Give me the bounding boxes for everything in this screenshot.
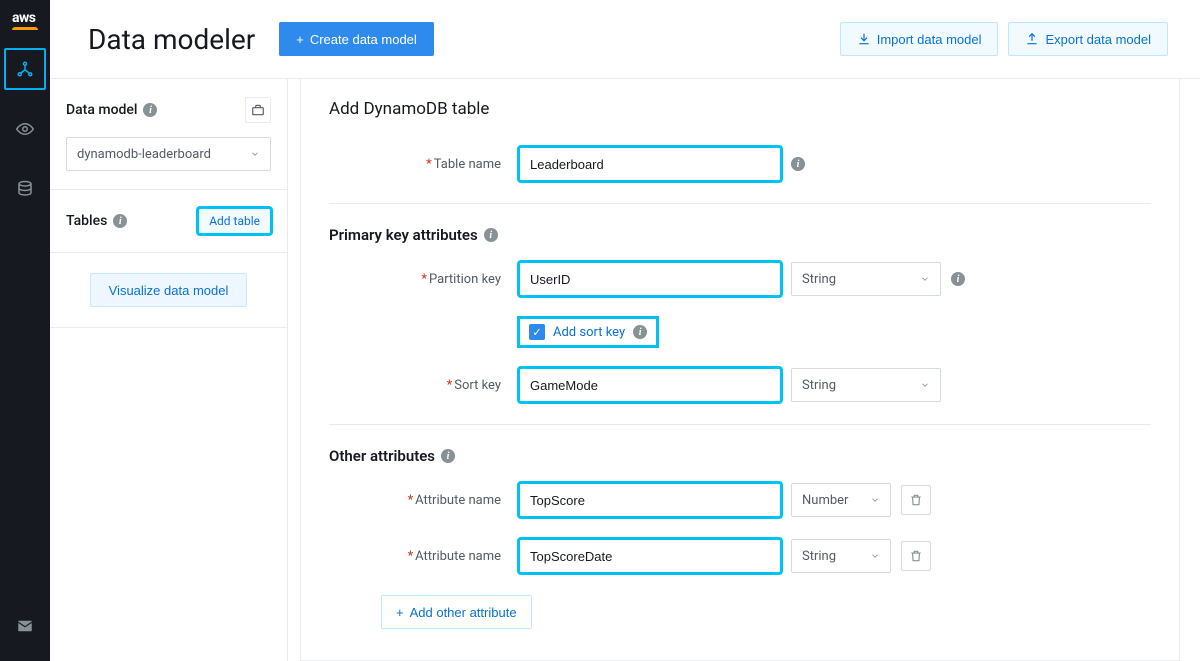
info-icon[interactable]: i bbox=[951, 272, 965, 286]
download-icon bbox=[857, 32, 871, 46]
nav-rail: aws bbox=[0, 0, 50, 661]
nav-data-modeler-icon[interactable] bbox=[4, 48, 46, 90]
sort-key-type-select[interactable]: String bbox=[791, 368, 941, 402]
attr-name-label: Attribute name bbox=[415, 549, 501, 564]
add-attr-label: Add other attribute bbox=[410, 605, 517, 620]
partition-key-label: Partition key bbox=[429, 272, 501, 287]
partition-key-type-select[interactable]: String bbox=[791, 262, 941, 296]
add-other-attribute-button[interactable]: + Add other attribute bbox=[381, 595, 532, 629]
add-sort-key-label: Add sort key bbox=[553, 325, 625, 340]
attr-type: String bbox=[802, 549, 836, 564]
table-name-label: Table name bbox=[434, 157, 501, 172]
sort-key-type: String bbox=[802, 378, 836, 393]
import-label: Import data model bbox=[877, 32, 982, 47]
chevron-down-icon bbox=[870, 495, 880, 505]
attribute-name-input[interactable] bbox=[519, 539, 781, 573]
other-attributes-section: Other attributes i bbox=[329, 447, 1151, 465]
partition-key-row: *Partition key String i bbox=[329, 262, 1151, 296]
attr-name-label: Attribute name bbox=[415, 493, 501, 508]
info-icon[interactable]: i bbox=[113, 214, 127, 228]
divider bbox=[329, 424, 1151, 425]
info-icon[interactable]: i bbox=[484, 228, 498, 242]
divider bbox=[329, 203, 1151, 204]
partition-key-input[interactable] bbox=[519, 262, 781, 296]
nav-mail-icon[interactable] bbox=[4, 605, 46, 647]
add-table-button[interactable]: Add table bbox=[198, 208, 271, 234]
attribute-row: *Attribute name Number bbox=[329, 483, 1151, 517]
page-title: Data modeler bbox=[88, 23, 255, 56]
header: Data modeler + Create data model Import … bbox=[50, 0, 1200, 78]
data-model-label: Data model bbox=[66, 102, 137, 118]
trash-icon bbox=[909, 549, 923, 563]
delete-attribute-button[interactable] bbox=[901, 541, 931, 571]
sidebar: Data model i dynamodb-leaderboard Tables… bbox=[50, 78, 288, 661]
upload-icon bbox=[1025, 32, 1039, 46]
create-data-model-label: Create data model bbox=[310, 32, 417, 47]
attribute-type-select[interactable]: String bbox=[791, 539, 891, 573]
chevron-down-icon bbox=[870, 551, 880, 561]
export-label: Export data model bbox=[1045, 32, 1151, 47]
visualize-data-model-button[interactable]: Visualize data model bbox=[90, 273, 248, 307]
sort-key-label: Sort key bbox=[454, 378, 501, 393]
table-name-input[interactable] bbox=[519, 147, 781, 181]
tables-card: Tables i Add table bbox=[50, 190, 287, 253]
data-model-card: Data model i dynamodb-leaderboard bbox=[50, 79, 287, 190]
partition-key-type: String bbox=[802, 272, 836, 287]
export-data-model-button[interactable]: Export data model bbox=[1008, 22, 1168, 56]
table-name-row: *Table name i bbox=[329, 147, 1151, 181]
check-icon: ✓ bbox=[529, 324, 545, 340]
import-data-model-button[interactable]: Import data model bbox=[840, 22, 999, 56]
sort-key-row: *Sort key String bbox=[329, 368, 1151, 402]
attr-type: Number bbox=[802, 493, 848, 508]
data-model-value: dynamodb-leaderboard bbox=[77, 147, 211, 162]
trash-icon bbox=[909, 493, 923, 507]
attribute-type-select[interactable]: Number bbox=[791, 483, 891, 517]
nav-database-icon[interactable] bbox=[4, 168, 46, 210]
create-data-model-button[interactable]: + Create data model bbox=[279, 22, 434, 56]
aws-logo: aws bbox=[12, 10, 38, 30]
tables-label: Tables bbox=[66, 213, 107, 229]
attribute-row: *Attribute name String bbox=[329, 539, 1151, 573]
attribute-name-input[interactable] bbox=[519, 483, 781, 517]
pk-heading: Primary key attributes bbox=[329, 226, 478, 244]
add-table-panel: Add DynamoDB table *Table name i Primary… bbox=[300, 79, 1180, 661]
panel-title: Add DynamoDB table bbox=[329, 99, 1151, 119]
info-icon[interactable]: i bbox=[441, 449, 455, 463]
add-sort-key-row: ✓ Add sort key i bbox=[329, 318, 1151, 346]
info-icon: i bbox=[633, 325, 647, 339]
chevron-down-icon bbox=[920, 380, 930, 390]
chevron-down-icon bbox=[920, 274, 930, 284]
plus-icon: + bbox=[396, 605, 404, 620]
sort-key-input[interactable] bbox=[519, 368, 781, 402]
add-sort-key-checkbox[interactable]: ✓ Add sort key i bbox=[519, 318, 657, 346]
briefcase-button[interactable] bbox=[245, 97, 271, 123]
delete-attribute-button[interactable] bbox=[901, 485, 931, 515]
visualize-card: Visualize data model bbox=[50, 253, 287, 328]
plus-icon: + bbox=[296, 32, 304, 47]
info-icon[interactable]: i bbox=[791, 157, 805, 171]
other-heading: Other attributes bbox=[329, 447, 435, 465]
primary-key-section: Primary key attributes i bbox=[329, 226, 1151, 244]
info-icon[interactable]: i bbox=[143, 103, 157, 117]
main: Add DynamoDB table *Table name i Primary… bbox=[288, 78, 1200, 661]
nav-visualizer-icon[interactable] bbox=[4, 108, 46, 150]
data-model-select[interactable]: dynamodb-leaderboard bbox=[66, 137, 271, 171]
chevron-down-icon bbox=[250, 149, 260, 159]
